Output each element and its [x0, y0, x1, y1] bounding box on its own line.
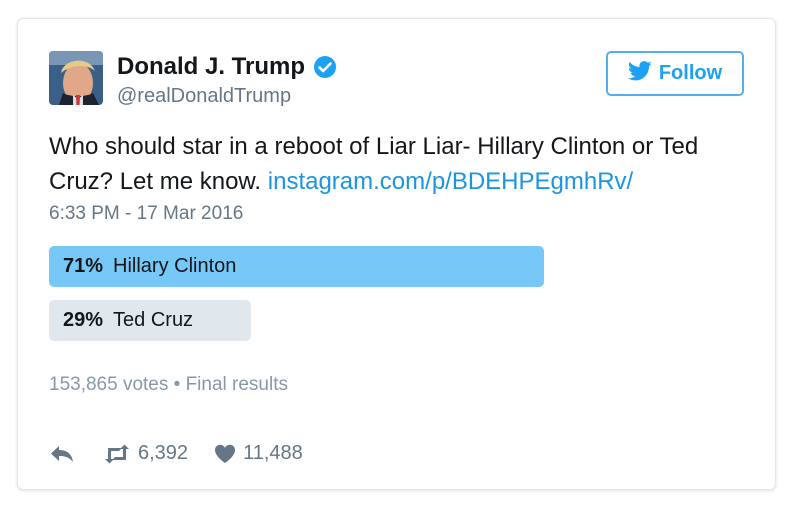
- heart-icon: [214, 444, 236, 464]
- twitter-bird-icon: [627, 60, 659, 87]
- poll-option-ted-cruz: 29% Ted Cruz: [49, 300, 251, 341]
- retweet-count: 6,392: [138, 442, 189, 464]
- like-button[interactable]: 11,488: [214, 442, 303, 465]
- reply-button[interactable]: [49, 444, 75, 464]
- follow-button[interactable]: Follow: [606, 51, 744, 96]
- poll-option-label: Hillary Clinton: [113, 255, 237, 277]
- like-count: 11,488: [243, 442, 303, 464]
- avatar-image: [49, 51, 103, 105]
- author-handle[interactable]: @realDonaldTrump: [117, 85, 291, 108]
- avatar[interactable]: [49, 51, 103, 105]
- poll-option-percent: 71%: [63, 255, 104, 277]
- tweet-actions: 6,392 11,488: [49, 442, 303, 465]
- poll-option-percent: 29%: [63, 309, 104, 331]
- poll-option-label: Ted Cruz: [113, 309, 194, 331]
- tweet-card: Donald J. Trump @realDonaldTrump Follow …: [17, 18, 776, 490]
- tweet-timestamp[interactable]: 6:33 PM - 17 Mar 2016: [49, 203, 243, 225]
- author-name-row[interactable]: Donald J. Trump: [117, 53, 337, 81]
- tweet-text: Who should star in a reboot of Liar Liar…: [49, 129, 739, 199]
- follow-label: Follow: [658, 62, 723, 84]
- tweet-link[interactable]: instagram.com/p/BDEHPEgmhRv/: [268, 168, 633, 195]
- retweet-icon: [103, 444, 131, 464]
- author-name[interactable]: Donald J. Trump: [117, 53, 305, 81]
- verified-badge-icon: [313, 55, 337, 79]
- poll-results-meta: 153,865 votes • Final results: [49, 374, 289, 395]
- poll-option-hillary-clinton: 71% Hillary Clinton: [49, 246, 544, 287]
- reply-icon: [49, 444, 75, 464]
- retweet-button[interactable]: 6,392: [103, 442, 188, 465]
